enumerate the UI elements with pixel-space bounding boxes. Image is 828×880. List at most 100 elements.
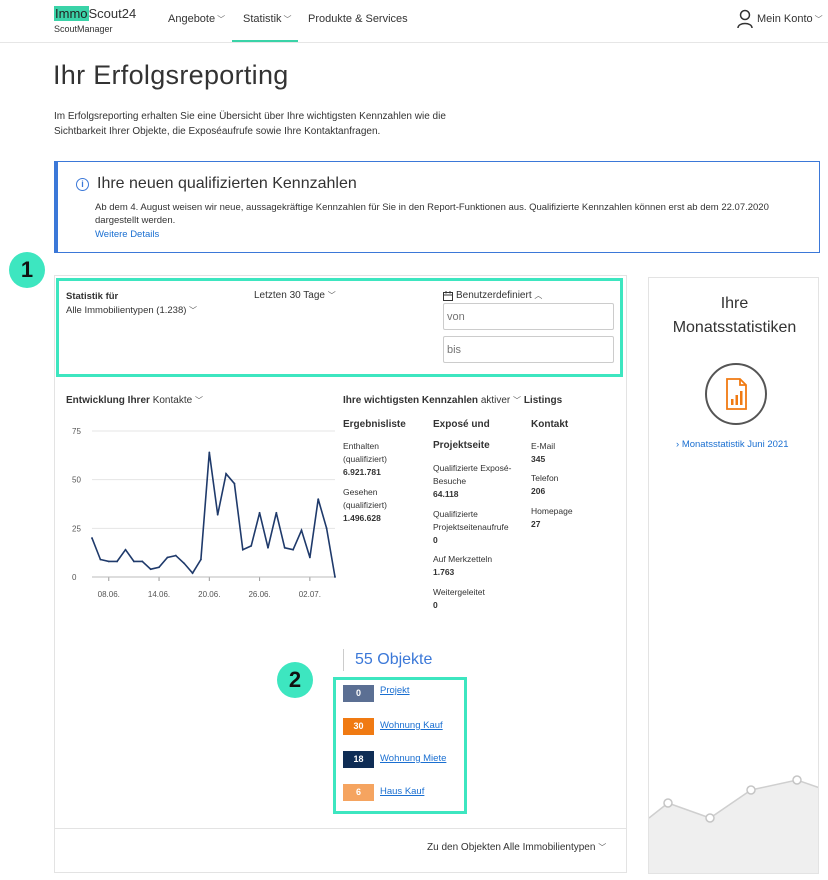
object-count-badge: 0 (343, 685, 374, 702)
period-value: Letzten 30 Tage (254, 290, 325, 301)
chevron-down-icon: ﹀ (189, 306, 198, 315)
data-point (174, 554, 177, 557)
metric-telefon: Telefon 206 (531, 472, 558, 498)
page-title: Ihr Erfolgsreporting (53, 60, 289, 90)
metric-homepage: Homepage 27 (531, 505, 573, 531)
calendar-icon (443, 290, 453, 301)
info-banner-text: Ab dem 4. August weisen wir neue, aussag… (95, 202, 769, 226)
date-to-input[interactable] (443, 336, 614, 363)
x-tick-label: 14.06. (148, 590, 170, 599)
metric-label: Auf Merkzetteln (433, 554, 493, 564)
object-count-badge: 18 (343, 751, 374, 768)
chevron-down-icon: ﹀ (327, 291, 336, 300)
nav-statistik[interactable]: Statistik ﹀ (243, 13, 292, 25)
info-banner: i Ihre neuen qualifizierten Kennzahlen A… (54, 161, 820, 253)
logo-subtitle: ScoutManager (54, 24, 113, 34)
metric-label: Weitergeleitet (433, 587, 485, 597)
data-point (141, 560, 144, 563)
metric-value: 27 (531, 519, 541, 529)
data-point (300, 529, 303, 532)
nav-active-indicator (232, 40, 298, 42)
immoscout-logo[interactable]: ImmoScout24 ScoutManager (54, 6, 136, 34)
development-label: Entwicklung Ihrer (66, 395, 150, 406)
nav-angebote-label: Angebote (168, 13, 216, 25)
data-point (191, 572, 194, 575)
chevron-down-icon: ﹀ (598, 843, 607, 852)
logo-immo-text: Immo (54, 6, 89, 21)
monthly-report-link-text: Monatsstatistik Juni 2021 (681, 439, 789, 450)
data-point (275, 511, 278, 514)
data-point (200, 558, 202, 561)
report-icon (705, 363, 767, 425)
object-type-haus-kauf[interactable]: 6 Haus Kauf (343, 784, 424, 801)
data-point (267, 546, 269, 549)
object-type-link[interactable]: Haus Kauf (380, 786, 424, 797)
data-point (233, 482, 236, 485)
metric-email: E-Mail 345 (531, 440, 555, 466)
object-count-badge: 30 (343, 718, 374, 735)
info-icon: i (76, 177, 89, 191)
chevron-down-icon: ﹀ (814, 14, 823, 24)
metric-label: Homepage (531, 506, 573, 516)
metric-value: 0 (433, 600, 438, 610)
divider (55, 828, 626, 829)
contacts-line-chart: 025507508.06.14.06.20.06.26.06.02.07.08.… (72, 427, 336, 599)
metric-weitergeleitet: Weitergeleitet 0 (433, 586, 513, 612)
data-point (334, 576, 336, 578)
custom-range-toggle[interactable]: Benutzerdefiniert ︿ (443, 290, 542, 301)
info-details-link[interactable]: Weitere Details (95, 229, 159, 240)
object-type-wohnung-miete[interactable]: 18 Wohnung Miete (343, 751, 446, 768)
x-tick-label: 08.06. (98, 590, 120, 599)
object-type-wohnung-kauf[interactable]: 30 Wohnung Kauf (343, 718, 443, 735)
objects-footer-link[interactable]: Zu den Objekten Alle Immobilientypen ﹀ (427, 842, 606, 853)
footer-link-text: Zu den Objekten Alle Immobilientypen (427, 842, 596, 853)
chevron-down-icon: ﹀ (513, 396, 522, 405)
monthly-report-link[interactable]: › Monatsstatistik Juni 2021 (676, 439, 788, 450)
x-tick-label: 26.06. (248, 590, 270, 599)
statistik-fuer-label: Statistik für (66, 291, 119, 302)
listing-filter-value: aktiver (480, 395, 511, 406)
object-type-link[interactable]: Wohnung Miete (380, 753, 446, 764)
object-count-badge: 6 (343, 784, 374, 801)
chart-document-icon (726, 378, 747, 410)
metric-value: 0 (433, 535, 438, 545)
object-type-projekt[interactable]: 0 Projekt (343, 685, 410, 702)
account-menu[interactable]: Mein Konto ﹀ (736, 9, 823, 29)
data-point (166, 556, 169, 559)
period-dropdown[interactable]: Letzten 30 Tage ﹀ (254, 290, 336, 301)
custom-range-label: Benutzerdefiniert (456, 290, 532, 301)
info-banner-title: i Ihre neuen qualifizierten Kennzahlen (76, 175, 357, 193)
object-type-link[interactable]: Projekt (380, 685, 410, 696)
metric-merkzettel: Auf Merkzetteln 1.763 (433, 553, 513, 579)
metric-label: E-Mail (531, 441, 556, 451)
metric-enthalten: Enthalten (qualifiziert) 6.921.781 (343, 440, 405, 479)
top-navigation: ImmoScout24 ScoutManager Angebote ﹀ Stati… (0, 0, 828, 43)
metric-value: 64.118 (433, 489, 459, 499)
development-selector[interactable]: Entwicklung Ihrer Kontakte ﹀ (66, 395, 203, 406)
nav-angebote[interactable]: Angebote ﹀ (168, 13, 225, 25)
data-point (149, 568, 152, 571)
monthly-stats-title: Ihre Monatsstatistiken (672, 295, 797, 336)
object-type-link[interactable]: Wohnung Kauf (380, 720, 443, 731)
account-label: Mein Konto (757, 13, 813, 25)
column-expose: Exposé und Projektseite (433, 419, 490, 451)
decorative-trend-graphic (649, 775, 818, 873)
metric-projektseitenaufrufe: Qualifizierte Projektseitenaufrufe 0 (433, 508, 517, 547)
data-point (99, 558, 102, 561)
metric-value: 1.763 (433, 567, 455, 577)
column-ergebnisliste: Ergebnisliste (343, 419, 406, 430)
property-type-value: Alle Immobilientypen (1.238) (66, 305, 187, 316)
data-point (107, 560, 110, 563)
date-from-input[interactable] (443, 303, 614, 330)
kennzahlen-title-text: Ihre wichtigsten Kennzahlen (343, 395, 479, 406)
column-kontakt: Kontakt (531, 419, 569, 430)
chevron-down-icon: ﹀ (217, 15, 226, 24)
listings-label: Listings (523, 395, 563, 406)
info-title-text: Ihre neuen qualifizierten Kennzahlen (97, 175, 357, 192)
nav-produkte-services[interactable]: Produkte & Services (308, 13, 408, 25)
property-type-dropdown[interactable]: Alle Immobilientypen (1.238) ﹀ (66, 305, 197, 316)
chevron-down-icon: ﹀ (194, 396, 203, 405)
listing-filter-dropdown[interactable]: aktiver ﹀ (481, 395, 521, 406)
data-point (216, 513, 219, 516)
data-point (258, 511, 261, 514)
